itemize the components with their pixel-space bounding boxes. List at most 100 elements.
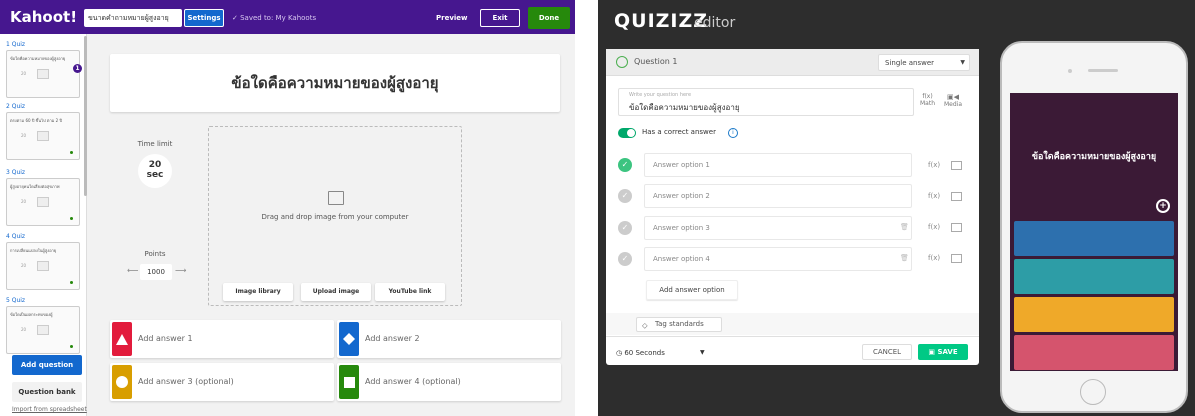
check-icon[interactable]: ✓ (618, 221, 632, 235)
time-value: 60 Seconds (624, 349, 665, 357)
slide-item[interactable]: 1 Quiz ข้อใดคือความหมายของผู้สูงอายุ 20 (6, 40, 82, 98)
save-button[interactable]: ▣ SAVE (918, 344, 968, 360)
question-number: Question 1 (634, 57, 678, 66)
time-limit-label: Time limit (137, 140, 173, 148)
answer-option-input[interactable]: Answer option 2 (644, 184, 912, 208)
image-library-button[interactable]: Image library (223, 283, 293, 301)
editor-label: editor (694, 15, 736, 31)
slide-time: 20 (21, 71, 27, 76)
function-icon: f(x) (922, 93, 933, 100)
image-icon[interactable] (951, 192, 962, 201)
info-icon[interactable]: i (728, 128, 738, 138)
tag-label: Tag standards (655, 320, 704, 328)
cancel-button[interactable]: CANCEL (862, 344, 912, 360)
points-value[interactable]: 1000 (140, 264, 172, 280)
answer-dot (70, 345, 73, 348)
question-text: ข้อใดคือความหมายของผู้สูงอายุ (629, 103, 740, 112)
answer-dot (70, 217, 73, 220)
add-question-button[interactable]: Add question (12, 355, 82, 375)
slide-thumbnail[interactable]: ผู้สูงอายุคนใดเสี่ยงต่อสุขภาพ 20 (6, 178, 80, 226)
slide-label: 5 Quiz (6, 297, 26, 304)
slide-thumbnail[interactable]: ข้อใดเป็นผลกระทบของผู้ 20 (6, 306, 80, 354)
answer-field-3[interactable]: Add answer 3 (optional) (110, 363, 334, 401)
question-text-input[interactable]: Write your question here ข้อใดคือความหมา… (618, 88, 914, 116)
media-label: Media (944, 101, 963, 108)
image-icon[interactable] (951, 161, 962, 170)
answer-field-2[interactable]: Add answer 2 (337, 320, 561, 358)
upload-image-button[interactable]: Upload image (301, 283, 371, 301)
slide-label: 2 Quiz (6, 103, 26, 110)
answer-option-input[interactable]: Answer option 3 (644, 216, 912, 240)
zoom-in-icon[interactable]: + (1156, 199, 1170, 213)
slide-text: ข้อใดคือความหมายของผู้สูงอายุ (10, 56, 66, 61)
time-value: 20 (148, 160, 162, 170)
slide-item[interactable]: 3 Quiz ผู้สูงอายุคนใดเสี่ยงต่อสุขภาพ 20 (6, 168, 82, 226)
preview-option-1 (1014, 221, 1174, 256)
math-tool[interactable]: f(x) Math (920, 93, 935, 107)
image-placeholder-icon (37, 131, 49, 141)
slide-item[interactable]: 5 Quiz ข้อใดเป็นผลกระทบของผู้ 20 (6, 296, 82, 354)
check-icon[interactable]: ✓ (618, 189, 632, 203)
media-dropzone[interactable]: Drag and drop image from your computer I… (208, 126, 462, 306)
answer-field-1[interactable]: Add answer 1 (110, 320, 334, 358)
home-button-icon (1080, 379, 1106, 405)
function-icon[interactable]: f(x) (928, 254, 940, 262)
question-type-value: Single answer (885, 59, 935, 67)
slide-thumbnail[interactable]: ตรงตาม 60 ปี ขึ้นไป ตาม 2 ปี 20 (6, 112, 80, 160)
slide-thumbnail[interactable]: การเปลี่ยนแปลงในผู้สูงอายุ 20 (6, 242, 80, 290)
preview-question: ข้อใดคือความหมายของผู้สูงอายุ (1031, 152, 1157, 162)
slide-text: การเปลี่ยนแปลงในผู้สูงอายุ (10, 248, 57, 253)
slide-item[interactable]: 4 Quiz การเปลี่ยนแปลงในผู้สูงอายุ 20 (6, 232, 82, 290)
image-icon[interactable] (951, 254, 962, 263)
preview-option-4 (1014, 335, 1174, 370)
question-type-select[interactable]: Single answer ▼ (878, 54, 970, 71)
answer-text: Add answer 4 (optional) (365, 377, 461, 386)
done-button[interactable]: Done (528, 7, 570, 29)
question-bank-button[interactable]: Question bank (12, 382, 82, 402)
correct-answer-toggle[interactable] (618, 128, 636, 138)
image-placeholder-icon (37, 69, 49, 79)
kahoot-title-input[interactable]: ขนาดคำถามหมายผู้สูงอายุ (84, 9, 182, 27)
time-limit-selector[interactable]: 20 sec (138, 154, 172, 188)
quizizz-editor: QUIZIZZ editor Question 1 Single answer … (598, 0, 1195, 416)
time-select[interactable]: ◷ 60 Seconds ▼ (616, 345, 705, 361)
trash-icon[interactable]: 🗑 (900, 254, 909, 262)
slide-time: 20 (21, 263, 27, 268)
camera-icon (1068, 69, 1072, 73)
function-icon[interactable]: f(x) (928, 223, 940, 231)
media-tool[interactable]: ▣◀ Media (944, 93, 962, 108)
slide-thumbnail[interactable]: ข้อใดคือความหมายของผู้สูงอายุ 20 (6, 50, 80, 98)
question-title-input[interactable]: ข้อใดคือความหมายของผู้สูงอายุ (110, 54, 560, 112)
check-icon[interactable]: ✓ (618, 158, 632, 172)
import-spreadsheet-link[interactable]: Import from spreadsheet (12, 406, 87, 413)
check-icon[interactable]: ✓ (618, 252, 632, 266)
dropzone-text: Drag and drop image from your computer (261, 213, 409, 221)
question-header: Question 1 Single answer ▼ (606, 49, 979, 76)
tag-standards-button[interactable]: ⬦ Tag standards (636, 317, 722, 332)
answer-text: Add answer 3 (optional) (138, 377, 234, 386)
exit-button[interactable]: Exit (480, 9, 520, 27)
function-icon[interactable]: f(x) (928, 192, 940, 200)
settings-button[interactable]: Settings (184, 9, 224, 27)
time-unit: sec (146, 170, 164, 180)
points-label: Points (144, 250, 166, 258)
preview-button[interactable]: Preview (436, 14, 468, 22)
sidebar-scrollbar[interactable] (84, 36, 87, 196)
tag-icon: ⬦ (642, 321, 648, 330)
image-icon[interactable] (951, 223, 962, 232)
image-placeholder-icon (37, 261, 49, 271)
slide-time: 20 (21, 199, 27, 204)
trash-icon[interactable]: 🗑 (900, 223, 909, 231)
phone-preview: ข้อใดคือความหมายของผู้สูงอายุ + (1000, 41, 1188, 413)
points-decrease-icon[interactable]: ⟵ (127, 266, 138, 275)
warning-badge: 1 (73, 64, 82, 73)
answer-option-input[interactable]: Answer option 1 (644, 153, 912, 177)
answer-field-4[interactable]: Add answer 4 (optional) (337, 363, 561, 401)
function-icon[interactable]: f(x) (928, 161, 940, 169)
answer-text: Add answer 1 (138, 334, 193, 343)
youtube-link-button[interactable]: YouTube link (375, 283, 445, 301)
points-increase-icon[interactable]: ⟶ (175, 266, 186, 275)
slide-item[interactable]: 2 Quiz ตรงตาม 60 ปี ขึ้นไป ตาม 2 ปี 20 (6, 102, 82, 160)
answer-option-input[interactable]: Answer option 4 (644, 247, 912, 271)
add-answer-option-button[interactable]: Add answer option (646, 280, 738, 300)
